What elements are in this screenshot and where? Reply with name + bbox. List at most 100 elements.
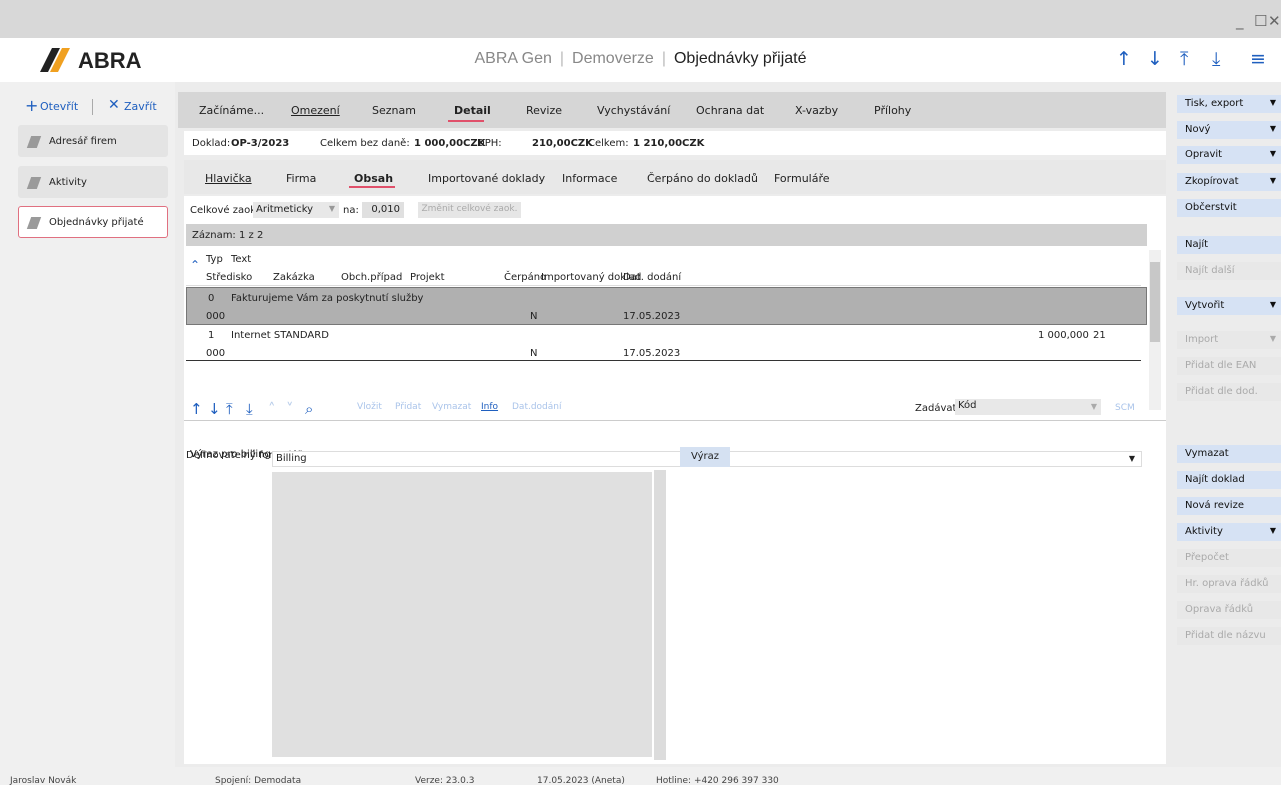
tab-revize[interactable]: Revize [526,104,562,117]
nav-up-icon[interactable]: ↑ [1116,48,1132,70]
action-button-18[interactable]: Přidat dle názvu [1177,627,1281,645]
tab-informace[interactable]: Informace [562,172,617,185]
chevron-down-icon[interactable]: ˅ [286,400,294,418]
add-link[interactable]: Přidat [395,402,421,412]
row-up-icon[interactable]: ↑ [190,400,203,418]
minimize-button[interactable]: _ [1236,12,1244,30]
info-link[interactable]: Info [481,402,498,412]
open-button[interactable]: Otevřít [40,100,78,113]
tab-ochrana-dat[interactable]: Ochrana dat [696,104,764,117]
maximize-button[interactable]: ☐ [1254,12,1267,30]
row-down-icon[interactable]: ↓ [208,400,221,418]
row0-cerpano: N [530,311,538,322]
tab-hlavicka[interactable]: Hlavička [205,172,252,185]
change-rounding-button[interactable]: Změnit celkové zaok. [418,202,521,218]
divider [92,99,93,115]
action-button-10[interactable]: Přidat dle dod. [1177,383,1281,401]
tab-detail[interactable]: Detail [454,104,491,117]
zadavat-label: Zadávat: [915,403,960,414]
memo-scrollbar[interactable] [654,470,666,760]
chevron-down-icon: ▼ [1269,526,1276,535]
action-button-label: Import [1185,334,1219,345]
document-icon [26,177,42,189]
action-button-0[interactable]: Tisk, export ▼ [1177,95,1281,113]
tab-obsah[interactable]: Obsah [354,172,393,185]
grid-scrollbar-thumb[interactable] [1150,262,1160,342]
col-typ[interactable]: Typ [206,254,223,265]
action-button-2[interactable]: Opravit ▼ [1177,146,1281,164]
sidebar-item-label: Objednávky přijaté [49,217,144,228]
celkem-label: Celkem: [588,138,629,149]
tab-firma[interactable]: Firma [286,172,316,185]
col-cerpano[interactable]: Čerpáno [504,272,546,283]
status-version: Verze: 23.0.3 [415,776,475,785]
row-first-icon[interactable]: ⤒ [226,400,233,418]
action-button-12[interactable]: Najít doklad [1177,471,1281,489]
tab-seznam[interactable]: Seznam [372,104,416,117]
action-button-15[interactable]: Přepočet [1177,549,1281,567]
action-button-14[interactable]: Aktivity ▼ [1177,523,1281,541]
tab-zaciname[interactable]: Začínáme... [199,104,264,117]
plus-icon[interactable]: + [25,96,38,115]
delivery-date-link[interactable]: Dat.dodání [512,402,562,412]
insert-link[interactable]: Vložit [357,402,382,412]
def-form-value: Billing [276,453,307,464]
delete-link[interactable]: Vymazat [432,402,471,412]
tab-formulare[interactable]: Formuláře [774,172,830,185]
col-obch-pripad[interactable]: Obch.případ [341,272,402,283]
billing-expression-input[interactable] [272,472,652,757]
window-titlebar [0,0,1281,38]
action-button-label: Oprava řádků [1185,604,1254,615]
rounding-precision-input[interactable]: 0,010 [362,202,404,218]
close-button[interactable]: Zavřít [124,100,157,113]
tab-vychystavani[interactable]: Vychystávání [597,104,670,117]
chevron-up-icon[interactable]: ˄ [268,400,276,418]
nav-down-icon[interactable]: ↓ [1147,48,1163,70]
action-button-4[interactable]: Občerstvit [1177,199,1281,217]
tab-importovane-doklady[interactable]: Importované doklady [428,172,545,185]
expression-button[interactable]: Výraz [680,447,730,467]
nav-last-icon[interactable]: ⤓ [1212,48,1220,70]
tab-omezeni[interactable]: Omezení [291,104,340,117]
action-button-label: Nová revize [1185,500,1244,511]
sidebar-item-aktivity[interactable]: Aktivity [18,166,168,198]
action-button-9[interactable]: Přidat dle EAN [1177,357,1281,375]
nav-first-icon[interactable]: ⤒ [1180,48,1188,70]
action-button-13[interactable]: Nová revize [1177,497,1281,515]
close-icon[interactable]: ✕ [108,97,120,113]
search-icon[interactable]: ⌕ [305,400,313,418]
sidebar-item-objednavky[interactable]: Objednávky přijaté [18,206,168,238]
action-button-6[interactable]: Najít další [1177,262,1281,280]
collapse-icon[interactable]: ⌃ [190,258,200,272]
action-button-8[interactable]: Import ▼ [1177,331,1281,349]
tab-prilohy[interactable]: Přílohy [874,104,911,117]
rounding-method-select[interactable]: Aritmeticky ▼ [253,202,339,218]
row-last-icon[interactable]: ⤓ [246,400,253,418]
action-button-16[interactable]: Hr. oprava řádků [1177,575,1281,593]
col-projekt[interactable]: Projekt [410,272,445,283]
scm-link[interactable]: SCM [1115,403,1135,413]
rounding-method-value: Aritmeticky [256,204,314,215]
sidebar-item-adresar[interactable]: Adresář firem [18,125,168,157]
zadavat-select[interactable]: Kód ▼ [955,399,1101,415]
action-button-label: Najít další [1185,265,1235,276]
col-text[interactable]: Text [231,254,251,265]
action-button-3[interactable]: Zkopírovat ▼ [1177,173,1281,191]
action-button-5[interactable]: Najít [1177,236,1281,254]
col-zakazka[interactable]: Zakázka [273,272,315,283]
col-stredisko[interactable]: Středisko [206,272,252,283]
app-header: ABRA ABRA Gen | Demoverze | Objednávky přija… [0,38,1281,82]
action-button-7[interactable]: Vytvořit ▼ [1177,297,1281,315]
col-dat-dodani[interactable]: Dat. dodání [623,272,681,283]
tab-x-vazby[interactable]: X-vazby [795,104,838,117]
action-button-11[interactable]: Vymazat [1177,445,1281,463]
action-button-1[interactable]: Nový ▼ [1177,121,1281,139]
menu-icon[interactable]: ≡ [1250,48,1266,70]
tab-cerpano[interactable]: Čerpáno do dokladů [647,172,758,185]
chevron-down-icon: ▼ [328,204,335,213]
action-button-label: Vytvořit [1185,300,1225,311]
action-button-17[interactable]: Oprava řádků [1177,601,1281,619]
action-button-label: Tisk, export [1185,98,1244,109]
close-window-button[interactable]: ✕ [1268,12,1281,30]
edition-name: Demoverze [572,50,654,67]
